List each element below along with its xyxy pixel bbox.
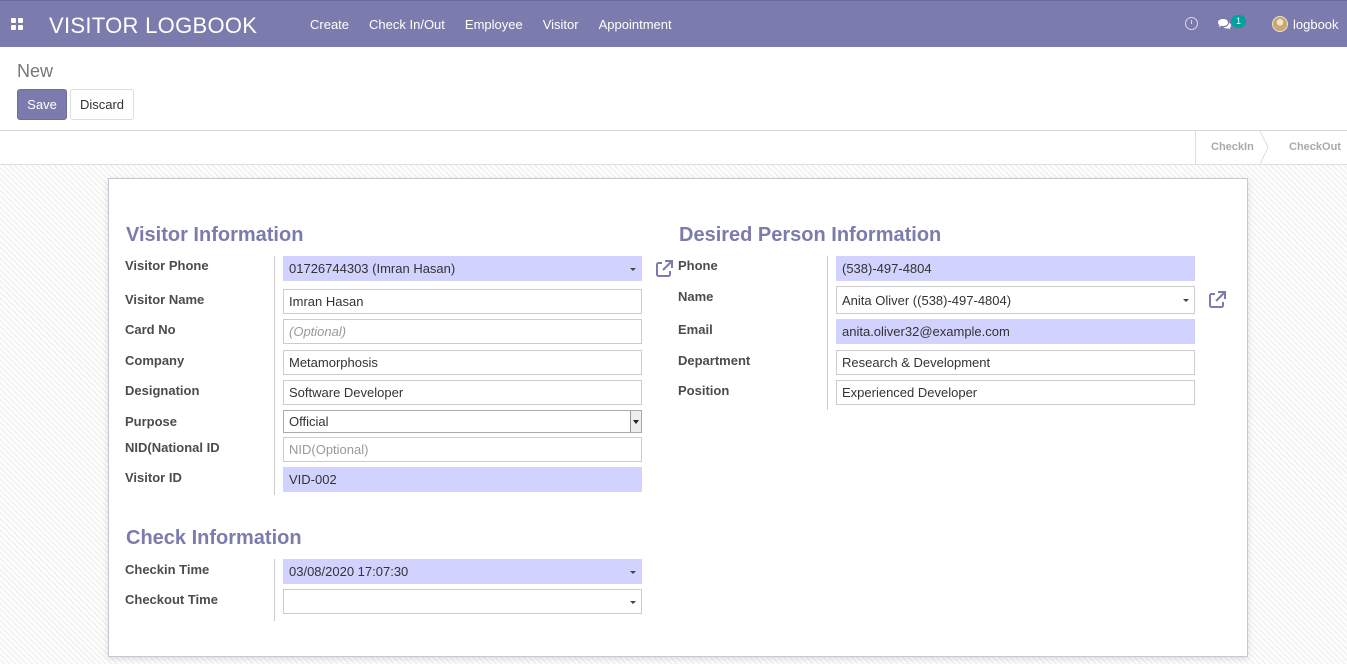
main-menu: Create Check In/Out Employee Visitor App…	[300, 1, 682, 48]
check-info-title: Check Information	[126, 527, 302, 549]
purpose-label: Purpose	[125, 414, 178, 429]
discard-button[interactable]: Discard	[70, 89, 134, 120]
menu-item-check-in-out[interactable]: Check In/Out	[359, 17, 455, 32]
control-panel: New Save Discard	[0, 47, 1347, 131]
external-link-icon[interactable]	[1207, 290, 1227, 310]
breadcrumb: New	[17, 61, 54, 81]
chat-count-badge: 1	[1231, 15, 1247, 28]
desired-name-value: Anita Oliver ((538)-497-4804)	[842, 293, 1012, 308]
save-button[interactable]: Save	[17, 89, 67, 120]
checkin-time-value: 03/08/2020 17:07:30	[289, 564, 409, 579]
desired-group-divider	[827, 256, 828, 410]
check-group-divider	[274, 559, 275, 621]
visitor-info-title: Visitor Information	[126, 224, 304, 246]
desired-name-select[interactable]: Anita Oliver ((538)-497-4804)	[836, 286, 1195, 314]
desired-email-label: Email	[678, 322, 713, 337]
desired-phone-input[interactable]: (538)-497-4804	[836, 256, 1195, 281]
department-label: Department	[678, 353, 751, 368]
position-label: Position	[678, 383, 730, 398]
status-step-checkout-label: CheckOut	[1289, 141, 1341, 153]
checkout-time-picker[interactable]	[283, 589, 642, 614]
visitor-group-divider	[274, 256, 275, 495]
chevron-down-icon	[1183, 299, 1189, 302]
position-input[interactable]: Experienced Developer	[836, 380, 1195, 405]
desired-name-label: Name	[678, 289, 714, 304]
form-sheet: Visitor Information Visitor Phone 017267…	[108, 178, 1248, 657]
purpose-value: Official	[289, 414, 329, 429]
app-title[interactable]: VISITOR LOGBOOK	[49, 13, 257, 39]
visitor-id-label: Visitor ID	[125, 470, 182, 485]
nid-input[interactable]: NID(Optional)	[283, 437, 642, 462]
status-bar: CheckIn CheckOut	[0, 131, 1347, 165]
chevron-down-icon	[630, 601, 636, 604]
visitor-id-input[interactable]: VID-002	[283, 467, 642, 492]
top-navbar: VISITOR LOGBOOK Create Check In/Out Empl…	[0, 0, 1347, 47]
status-step-checkout[interactable]: CheckOut	[1268, 131, 1347, 164]
desired-person-title: Desired Person Information	[679, 224, 942, 246]
purpose-select[interactable]: Official	[283, 410, 642, 433]
card-no-input[interactable]: (Optional)	[283, 319, 642, 344]
desired-email-input[interactable]: anita.oliver32@example.com	[836, 319, 1195, 344]
menu-item-visitor[interactable]: Visitor	[533, 17, 589, 32]
checkin-time-label: Checkin Time	[125, 562, 210, 577]
nid-label: NID(National ID	[125, 440, 220, 455]
visitor-name-label: Visitor Name	[125, 292, 205, 307]
status-step-checkin-label: CheckIn	[1211, 141, 1254, 153]
status-steps: CheckIn CheckOut	[1195, 131, 1347, 164]
chevron-down-icon	[630, 571, 636, 574]
user-avatar[interactable]	[1272, 16, 1288, 32]
apps-menu-icon[interactable]	[11, 18, 23, 30]
checkout-time-label: Checkout Time	[125, 592, 218, 607]
department-input[interactable]: Research & Development	[836, 350, 1195, 375]
company-input[interactable]: Metamorphosis	[283, 350, 642, 375]
chevron-down-icon	[630, 268, 636, 271]
visitor-name-input[interactable]: Imran Hasan	[283, 289, 642, 314]
company-label: Company	[125, 353, 185, 368]
visitor-phone-label: Visitor Phone	[125, 258, 209, 273]
activity-clock-icon[interactable]	[1185, 17, 1198, 30]
checkin-time-picker[interactable]: 03/08/2020 17:07:30	[283, 559, 642, 584]
card-no-label: Card No	[125, 322, 176, 337]
visitor-phone-select[interactable]: 01726744303 (Imran Hasan)	[283, 256, 642, 281]
designation-input[interactable]: Software Developer	[283, 380, 642, 405]
designation-label: Designation	[125, 383, 200, 398]
chevron-down-icon	[630, 411, 641, 432]
menu-item-employee[interactable]: Employee	[455, 17, 533, 32]
desired-phone-label: Phone	[678, 258, 718, 273]
menu-item-create[interactable]: Create	[300, 17, 359, 32]
status-step-checkin[interactable]: CheckIn	[1196, 131, 1269, 164]
visitor-phone-value: 01726744303 (Imran Hasan)	[289, 261, 456, 276]
menu-item-appointment[interactable]: Appointment	[589, 17, 682, 32]
user-menu-name[interactable]: logbook	[1293, 17, 1339, 32]
chat-icon[interactable]	[1217, 18, 1232, 30]
external-link-icon[interactable]	[654, 259, 674, 279]
